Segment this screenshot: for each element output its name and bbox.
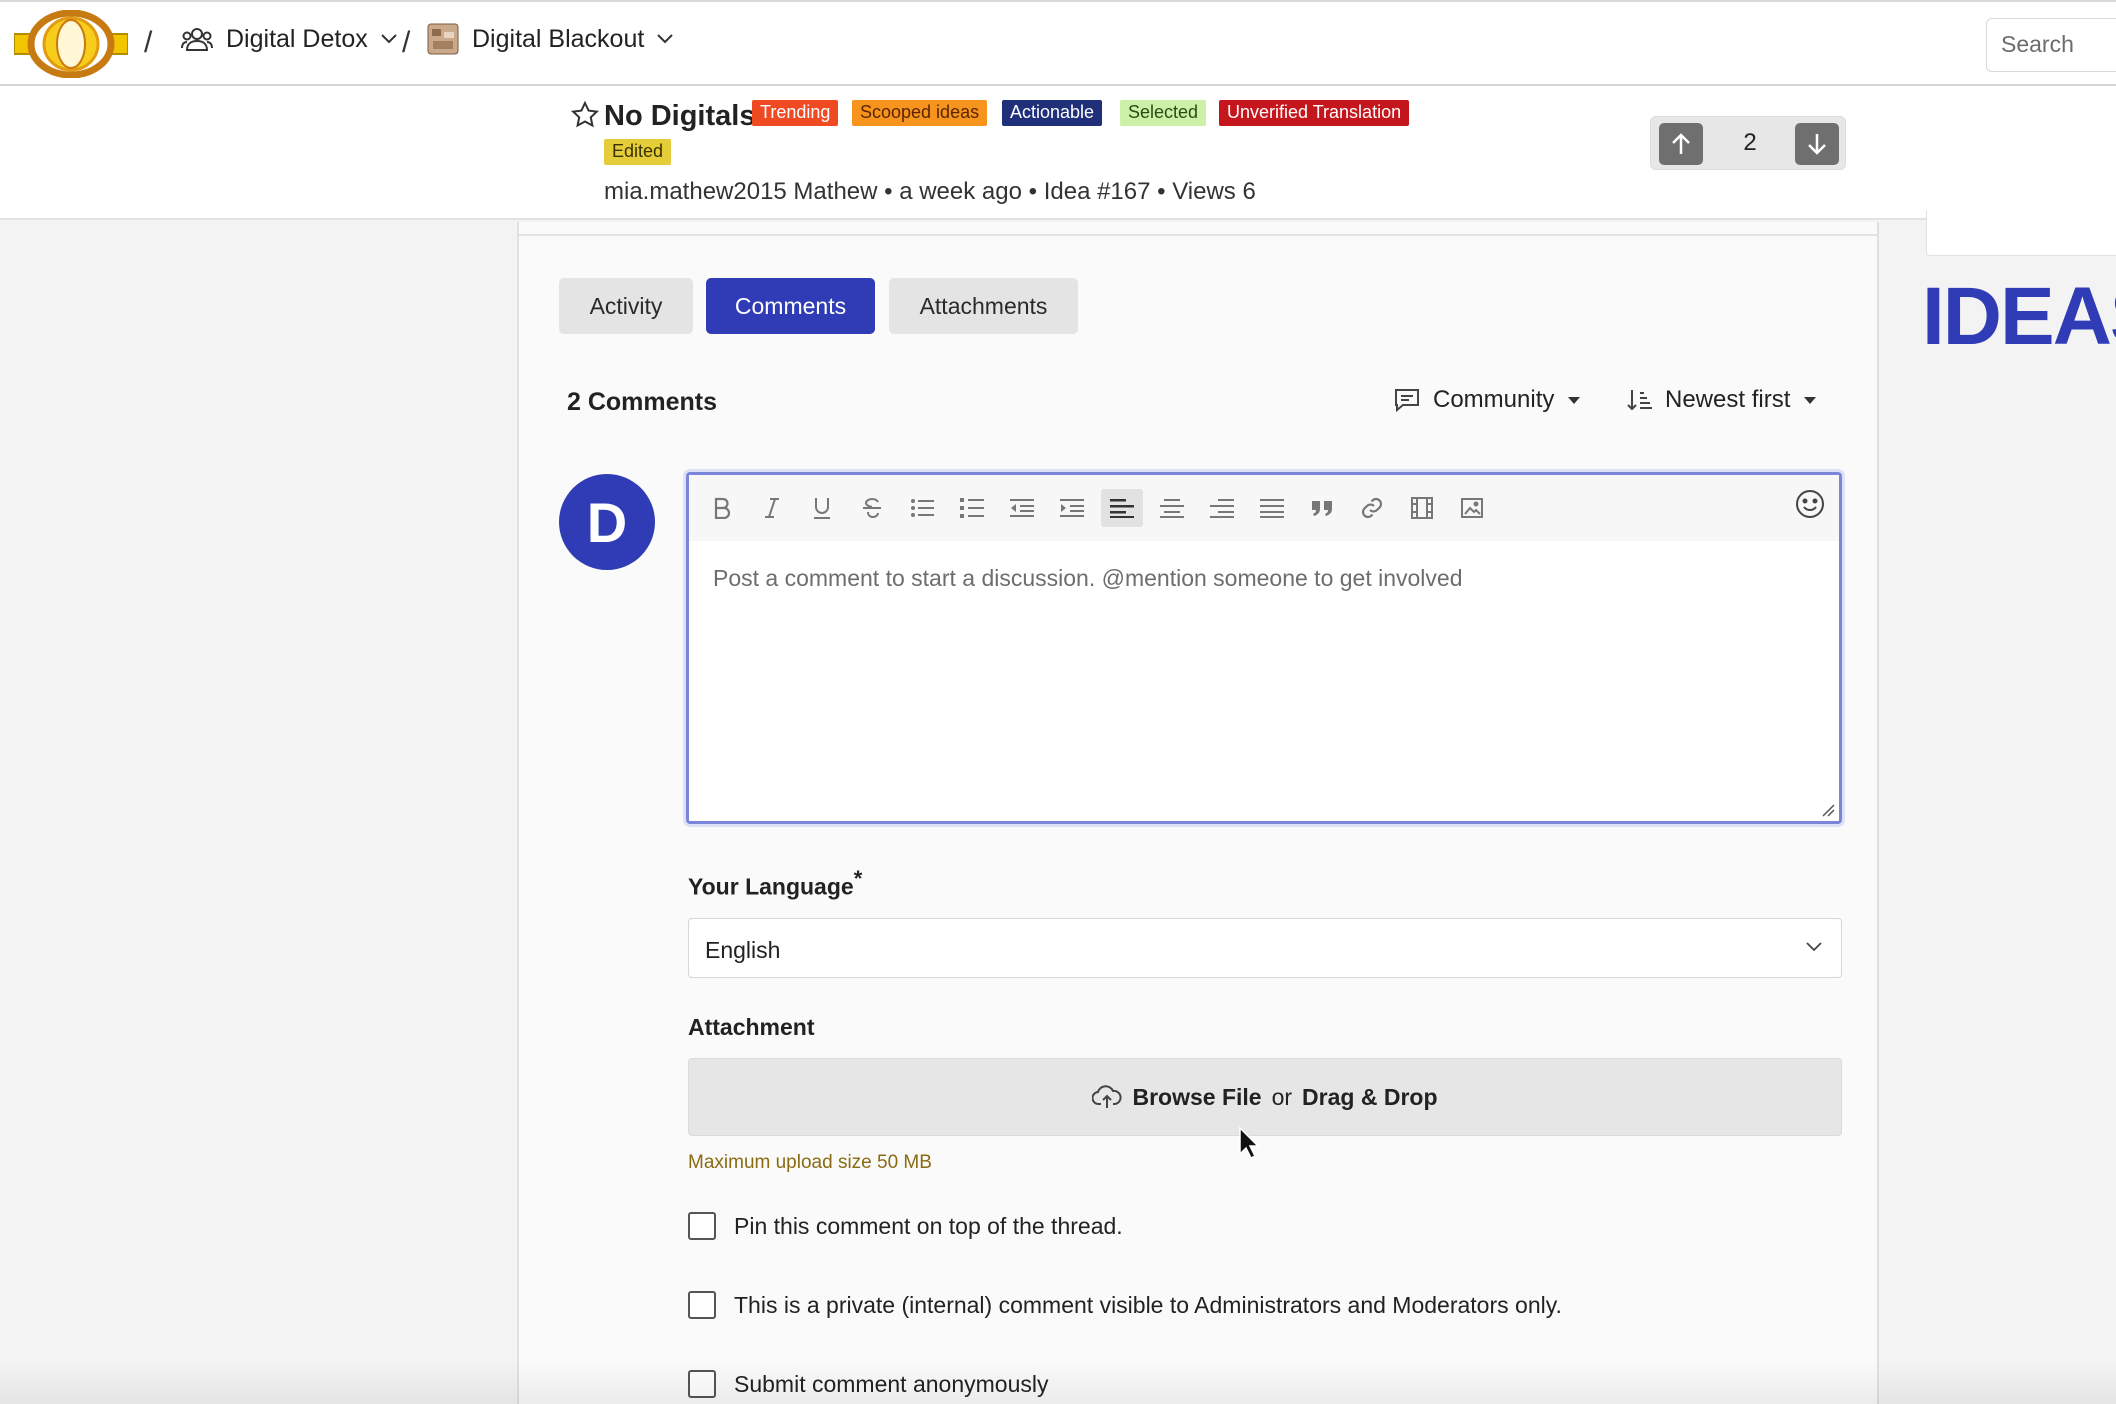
tab-comments[interactable]: Comments xyxy=(706,278,875,334)
caret-down-icon xyxy=(1568,396,1581,404)
breadcrumb-campaign[interactable]: Digital Blackout xyxy=(426,22,674,56)
user-avatar: D xyxy=(559,474,655,570)
comments-panel: Activity Comments Attachments 2 Comments… xyxy=(517,222,1879,1404)
pin-comment-checkbox[interactable] xyxy=(688,1212,716,1240)
attachment-label: Attachment xyxy=(688,1014,815,1040)
tag-scooped-ideas: Scooped ideas xyxy=(852,100,988,126)
ideas-brand-text: IDEAS xyxy=(1922,271,2116,362)
blockquote-icon[interactable] xyxy=(1301,489,1343,527)
tag-edited: Edited xyxy=(604,139,672,165)
vote-count: 2 xyxy=(1743,129,1757,156)
community-filter-label: Community xyxy=(1433,386,1555,413)
align-right-icon[interactable] xyxy=(1201,489,1243,527)
drag-drop-text: Drag & Drop xyxy=(1302,1083,1438,1110)
campaign-thumbnail-icon xyxy=(426,22,460,56)
anonymous-comment-option: Submit comment anonymously xyxy=(688,1370,1048,1398)
sort-label: Newest first xyxy=(1665,386,1791,413)
breadcrumb-campaign-label: Digital Blackout xyxy=(472,24,645,53)
chevron-down-icon xyxy=(1805,941,1823,953)
tab-attachments[interactable]: Attachments xyxy=(889,278,1078,334)
language-label-text: Your Language xyxy=(688,873,854,900)
chevron-down-icon xyxy=(656,33,674,45)
idea-header: No Digitals Trending Scooped ideas Actio… xyxy=(0,86,2116,220)
file-upload-dropzone[interactable]: Browse File or Drag & Drop xyxy=(688,1058,1842,1136)
breadcrumb-community-label: Digital Detox xyxy=(226,24,368,53)
required-mark: * xyxy=(853,866,863,891)
idea-meta: mia.mathew2015 Mathew • a week ago • Ide… xyxy=(604,178,1256,205)
star-icon[interactable] xyxy=(570,100,600,130)
language-select[interactable]: English xyxy=(688,918,1842,978)
community-filter-dropdown[interactable]: Community xyxy=(1393,386,1581,414)
indent-icon[interactable] xyxy=(1051,489,1093,527)
editor-toolbar xyxy=(689,475,1839,541)
resize-handle-icon[interactable] xyxy=(1821,803,1835,817)
divider xyxy=(519,234,1877,236)
private-comment-label: This is a private (internal) comment vis… xyxy=(734,1291,1562,1318)
comment-icon xyxy=(1393,387,1421,413)
private-comment-option: This is a private (internal) comment vis… xyxy=(688,1291,1562,1319)
video-icon[interactable] xyxy=(1401,489,1443,527)
arrow-down-icon xyxy=(1808,134,1826,155)
anonymous-comment-checkbox[interactable] xyxy=(688,1370,716,1398)
breadcrumb-community[interactable]: Digital Detox xyxy=(180,22,398,56)
chevron-down-icon xyxy=(380,33,398,45)
outdent-icon[interactable] xyxy=(1001,489,1043,527)
idea-title: No Digitals xyxy=(604,100,756,132)
align-center-icon[interactable] xyxy=(1151,489,1193,527)
tag-actionable: Actionable xyxy=(1002,100,1103,126)
caret-down-icon xyxy=(1804,396,1817,404)
language-select-value: English xyxy=(705,937,781,963)
numbered-list-icon[interactable] xyxy=(951,489,993,527)
underline-icon[interactable] xyxy=(801,489,843,527)
vote-widget: 2 xyxy=(1650,116,1846,170)
comment-placeholder: Post a comment to start a discussion. @m… xyxy=(713,565,1463,591)
pin-comment-option: Pin this comment on top of the thread. xyxy=(688,1212,1123,1240)
downvote-button[interactable] xyxy=(1795,123,1839,165)
emoji-icon[interactable] xyxy=(1789,485,1831,523)
search-input[interactable]: Search xyxy=(1986,18,2116,72)
sort-dropdown[interactable]: Newest first xyxy=(1627,386,1817,414)
upvote-button[interactable] xyxy=(1659,123,1703,165)
top-navbar: / Digital Detox / Digital Blackout Searc… xyxy=(0,0,2116,86)
mouse-cursor-icon xyxy=(1238,1126,1260,1160)
site-logo[interactable] xyxy=(14,10,128,78)
link-icon[interactable] xyxy=(1351,489,1393,527)
tag-unverified-translation: Unverified Translation xyxy=(1219,100,1410,126)
tag-selected: Selected xyxy=(1120,100,1207,126)
arrow-up-icon xyxy=(1672,133,1690,154)
pin-comment-label: Pin this comment on top of the thread. xyxy=(734,1212,1123,1239)
sidebar-card xyxy=(1926,210,2116,256)
browse-file-link[interactable]: Browse File xyxy=(1132,1084,1261,1111)
private-comment-checkbox[interactable] xyxy=(688,1291,716,1319)
strikethrough-icon[interactable] xyxy=(851,489,893,527)
align-left-icon[interactable] xyxy=(1101,489,1143,527)
comment-editor[interactable]: Post a comment to start a discussion. @m… xyxy=(686,472,1842,824)
italic-icon[interactable] xyxy=(751,489,793,527)
upload-size-hint: Maximum upload size 50 MB xyxy=(688,1152,932,1173)
bold-icon[interactable] xyxy=(701,489,743,527)
anonymous-comment-label: Submit comment anonymously xyxy=(734,1370,1049,1397)
bullet-list-icon[interactable] xyxy=(901,489,943,527)
breadcrumb-separator: / xyxy=(402,26,411,59)
sort-icon xyxy=(1627,387,1653,413)
breadcrumb-separator: / xyxy=(144,26,153,59)
tab-activity[interactable]: Activity xyxy=(559,278,693,334)
cloud-upload-icon xyxy=(1092,1084,1122,1110)
tag-trending: Trending xyxy=(752,100,839,126)
or-text: or xyxy=(1271,1083,1293,1110)
users-icon xyxy=(180,22,214,56)
image-icon[interactable] xyxy=(1451,489,1493,527)
comments-count: 2 Comments xyxy=(567,388,718,416)
align-justify-icon[interactable] xyxy=(1251,489,1293,527)
language-field-label: Your Language* xyxy=(688,866,862,901)
